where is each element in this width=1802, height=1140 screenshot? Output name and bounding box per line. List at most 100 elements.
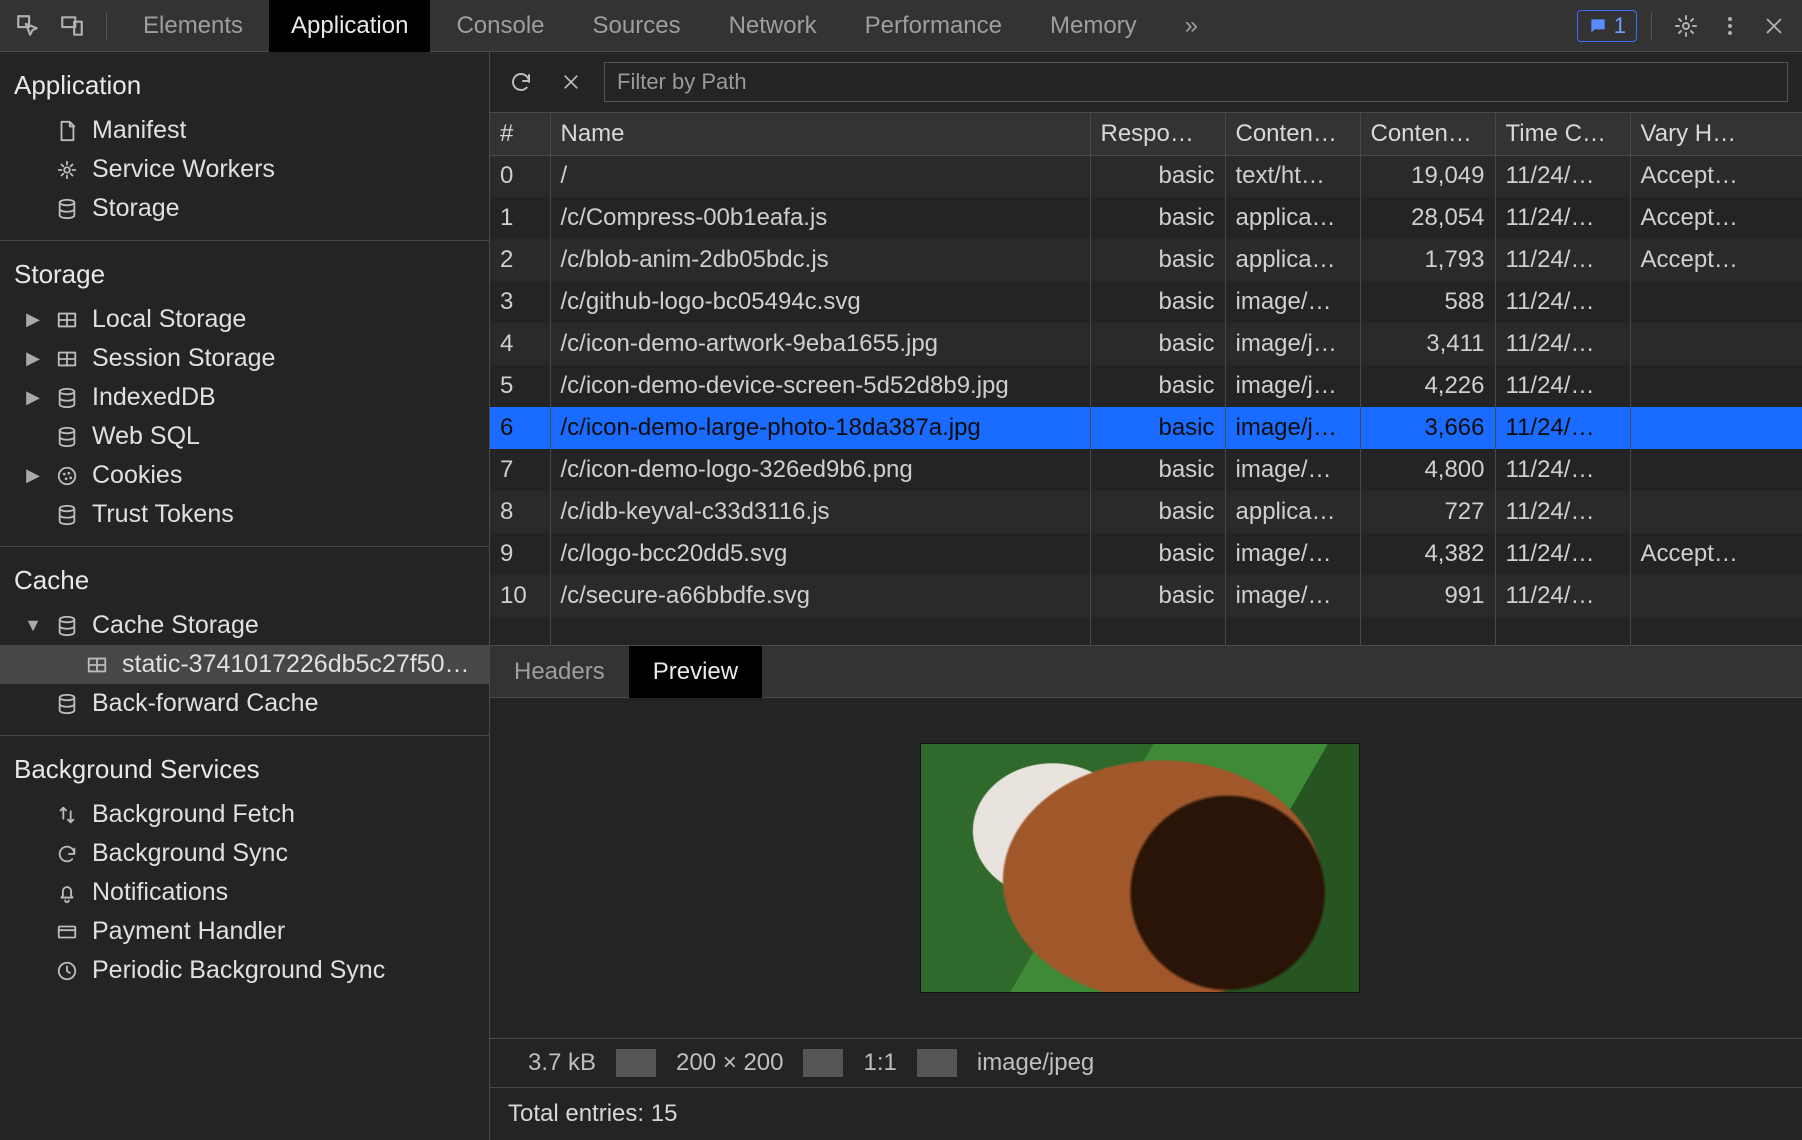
sidebar-item-web-sql[interactable]: ▶ Web SQL	[0, 417, 489, 456]
database-icon	[54, 613, 80, 639]
cell-name: /c/icon-demo-logo-326ed9b6.png	[550, 449, 1090, 491]
subtab-headers[interactable]: Headers	[490, 646, 629, 698]
cell-response: basic	[1090, 365, 1225, 407]
cookie-icon	[54, 463, 80, 489]
col-content-type[interactable]: Conten…	[1225, 113, 1360, 155]
label: Manifest	[92, 116, 186, 145]
subtab-preview[interactable]: Preview	[629, 646, 762, 698]
table-row[interactable]: 0/basictext/ht…19,04911/24/…Accept…	[490, 155, 1802, 197]
table-row[interactable]: 4/c/icon-demo-artwork-9eba1655.jpgbasici…	[490, 323, 1802, 365]
cell-response: basic	[1090, 491, 1225, 533]
settings-icon[interactable]	[1666, 6, 1706, 46]
sidebar-item-background-fetch[interactable]: Background Fetch	[0, 795, 489, 834]
sidebar-item-payment-handler[interactable]: Payment Handler	[0, 912, 489, 951]
sidebar-item-manifest[interactable]: Manifest	[0, 111, 489, 150]
sidebar-item-notifications[interactable]: Notifications	[0, 873, 489, 912]
col-name[interactable]: Name	[550, 113, 1090, 155]
cell-response: basic	[1090, 407, 1225, 449]
cell-response: basic	[1090, 575, 1225, 617]
sidebar-item-bf-cache[interactable]: ▶ Back-forward Cache	[0, 684, 489, 723]
table-row[interactable]: 9/c/logo-bcc20dd5.svgbasicimage/…4,38211…	[490, 533, 1802, 575]
issues-badge[interactable]: 1	[1577, 10, 1637, 42]
sidebar-item-trust-tokens[interactable]: ▶ Trust Tokens	[0, 495, 489, 534]
tab-memory[interactable]: Memory	[1028, 0, 1159, 52]
chevron-right-icon: ▶	[24, 465, 42, 486]
table-row[interactable]: 1/c/Compress-00b1eafa.jsbasicapplica…28,…	[490, 197, 1802, 239]
tab-elements[interactable]: Elements	[121, 0, 265, 52]
cell-content-len: 1,793	[1360, 239, 1495, 281]
tab-performance[interactable]: Performance	[843, 0, 1024, 52]
cell-response: basic	[1090, 533, 1225, 575]
col-response[interactable]: Respo…	[1090, 113, 1225, 155]
label: Payment Handler	[92, 917, 285, 946]
cell-content-len: 991	[1360, 575, 1495, 617]
preview-size: 3.7 kB	[508, 1049, 616, 1077]
cell-time: 11/24/…	[1495, 239, 1630, 281]
response-subtabs: Headers Preview	[490, 646, 1802, 698]
divider	[106, 12, 107, 40]
cell-time: 11/24/…	[1495, 155, 1630, 197]
label: IndexedDB	[92, 383, 216, 412]
cell-vary: Accept…	[1630, 155, 1802, 197]
cell-response: basic	[1090, 197, 1225, 239]
sidebar-item-local-storage[interactable]: ▶ Local Storage	[0, 300, 489, 339]
sidebar-item-session-storage[interactable]: ▶ Session Storage	[0, 339, 489, 378]
col-content-len[interactable]: Conten…	[1360, 113, 1495, 155]
cell-index: 2	[490, 239, 550, 281]
table-row[interactable]: 5/c/icon-demo-device-screen-5d52d8b9.jpg…	[490, 365, 1802, 407]
col-time-cached[interactable]: Time C…	[1495, 113, 1630, 155]
table-row[interactable]: 6/c/icon-demo-large-photo-18da387a.jpgba…	[490, 407, 1802, 449]
sidebar-item-cookies[interactable]: ▶ Cookies	[0, 456, 489, 495]
cell-content-type: image/j…	[1225, 407, 1360, 449]
close-devtools-icon[interactable]	[1754, 6, 1794, 46]
tabs-overflow[interactable]: »	[1163, 0, 1220, 52]
cell-vary: Accept…	[1630, 533, 1802, 575]
cell-name: /c/blob-anim-2db05bdc.js	[550, 239, 1090, 281]
more-menu-icon[interactable]	[1710, 6, 1750, 46]
cell-name: /c/icon-demo-device-screen-5d52d8b9.jpg	[550, 365, 1090, 407]
cell-name: /c/icon-demo-large-photo-18da387a.jpg	[550, 407, 1090, 449]
cell-content-len: 727	[1360, 491, 1495, 533]
delete-selected-icon[interactable]	[554, 65, 588, 99]
table-row[interactable]: 10/c/secure-a66bbdfe.svgbasicimage/…9911…	[490, 575, 1802, 617]
sidebar-item-periodic-sync[interactable]: Periodic Background Sync	[0, 951, 489, 990]
label: Background Sync	[92, 839, 288, 868]
table-row[interactable]: 2/c/blob-anim-2db05bdc.jsbasicapplica…1,…	[490, 239, 1802, 281]
section-storage: Storage	[0, 241, 489, 300]
label: Local Storage	[92, 305, 246, 334]
sidebar-item-indexeddb[interactable]: ▶ IndexedDB	[0, 378, 489, 417]
cell-vary	[1630, 407, 1802, 449]
sidebar-item-cache-storage[interactable]: ▼ Cache Storage	[0, 606, 489, 645]
database-icon	[54, 196, 80, 222]
tab-network[interactable]: Network	[707, 0, 839, 52]
label: Periodic Background Sync	[92, 956, 385, 985]
label: Cache Storage	[92, 611, 259, 640]
database-icon	[54, 691, 80, 717]
transfer-icon	[54, 802, 80, 828]
refresh-icon[interactable]	[504, 65, 538, 99]
cell-response: basic	[1090, 281, 1225, 323]
table-row[interactable]: 8/c/idb-keyval-c33d3116.jsbasicapplica…7…	[490, 491, 1802, 533]
sidebar-item-storage[interactable]: Storage	[0, 189, 489, 228]
filter-input[interactable]	[604, 62, 1788, 102]
device-toolbar-icon[interactable]	[52, 6, 92, 46]
table-row[interactable]: 7/c/icon-demo-logo-326ed9b6.pngbasicimag…	[490, 449, 1802, 491]
col-index[interactable]: #	[490, 113, 550, 155]
cell-index: 9	[490, 533, 550, 575]
table-row[interactable]: 3/c/github-logo-bc05494c.svgbasicimage/……	[490, 281, 1802, 323]
sidebar-item-cache-entry[interactable]: static-3741017226db5c27f50b…	[0, 645, 489, 684]
section-application: Application	[0, 52, 489, 111]
sidebar-item-background-sync[interactable]: Background Sync	[0, 834, 489, 873]
cell-content-len: 4,382	[1360, 533, 1495, 575]
tab-sources[interactable]: Sources	[571, 0, 703, 52]
tab-console[interactable]: Console	[434, 0, 566, 52]
inspect-element-icon[interactable]	[8, 6, 48, 46]
cell-content-type: image/j…	[1225, 323, 1360, 365]
col-vary-header[interactable]: Vary H…	[1630, 113, 1802, 155]
cell-content-type: text/ht…	[1225, 155, 1360, 197]
cell-content-len: 28,054	[1360, 197, 1495, 239]
tab-application[interactable]: Application	[269, 0, 430, 52]
cell-name: /	[550, 155, 1090, 197]
table-row[interactable]	[490, 617, 1802, 645]
sidebar-item-service-workers[interactable]: Service Workers	[0, 150, 489, 189]
